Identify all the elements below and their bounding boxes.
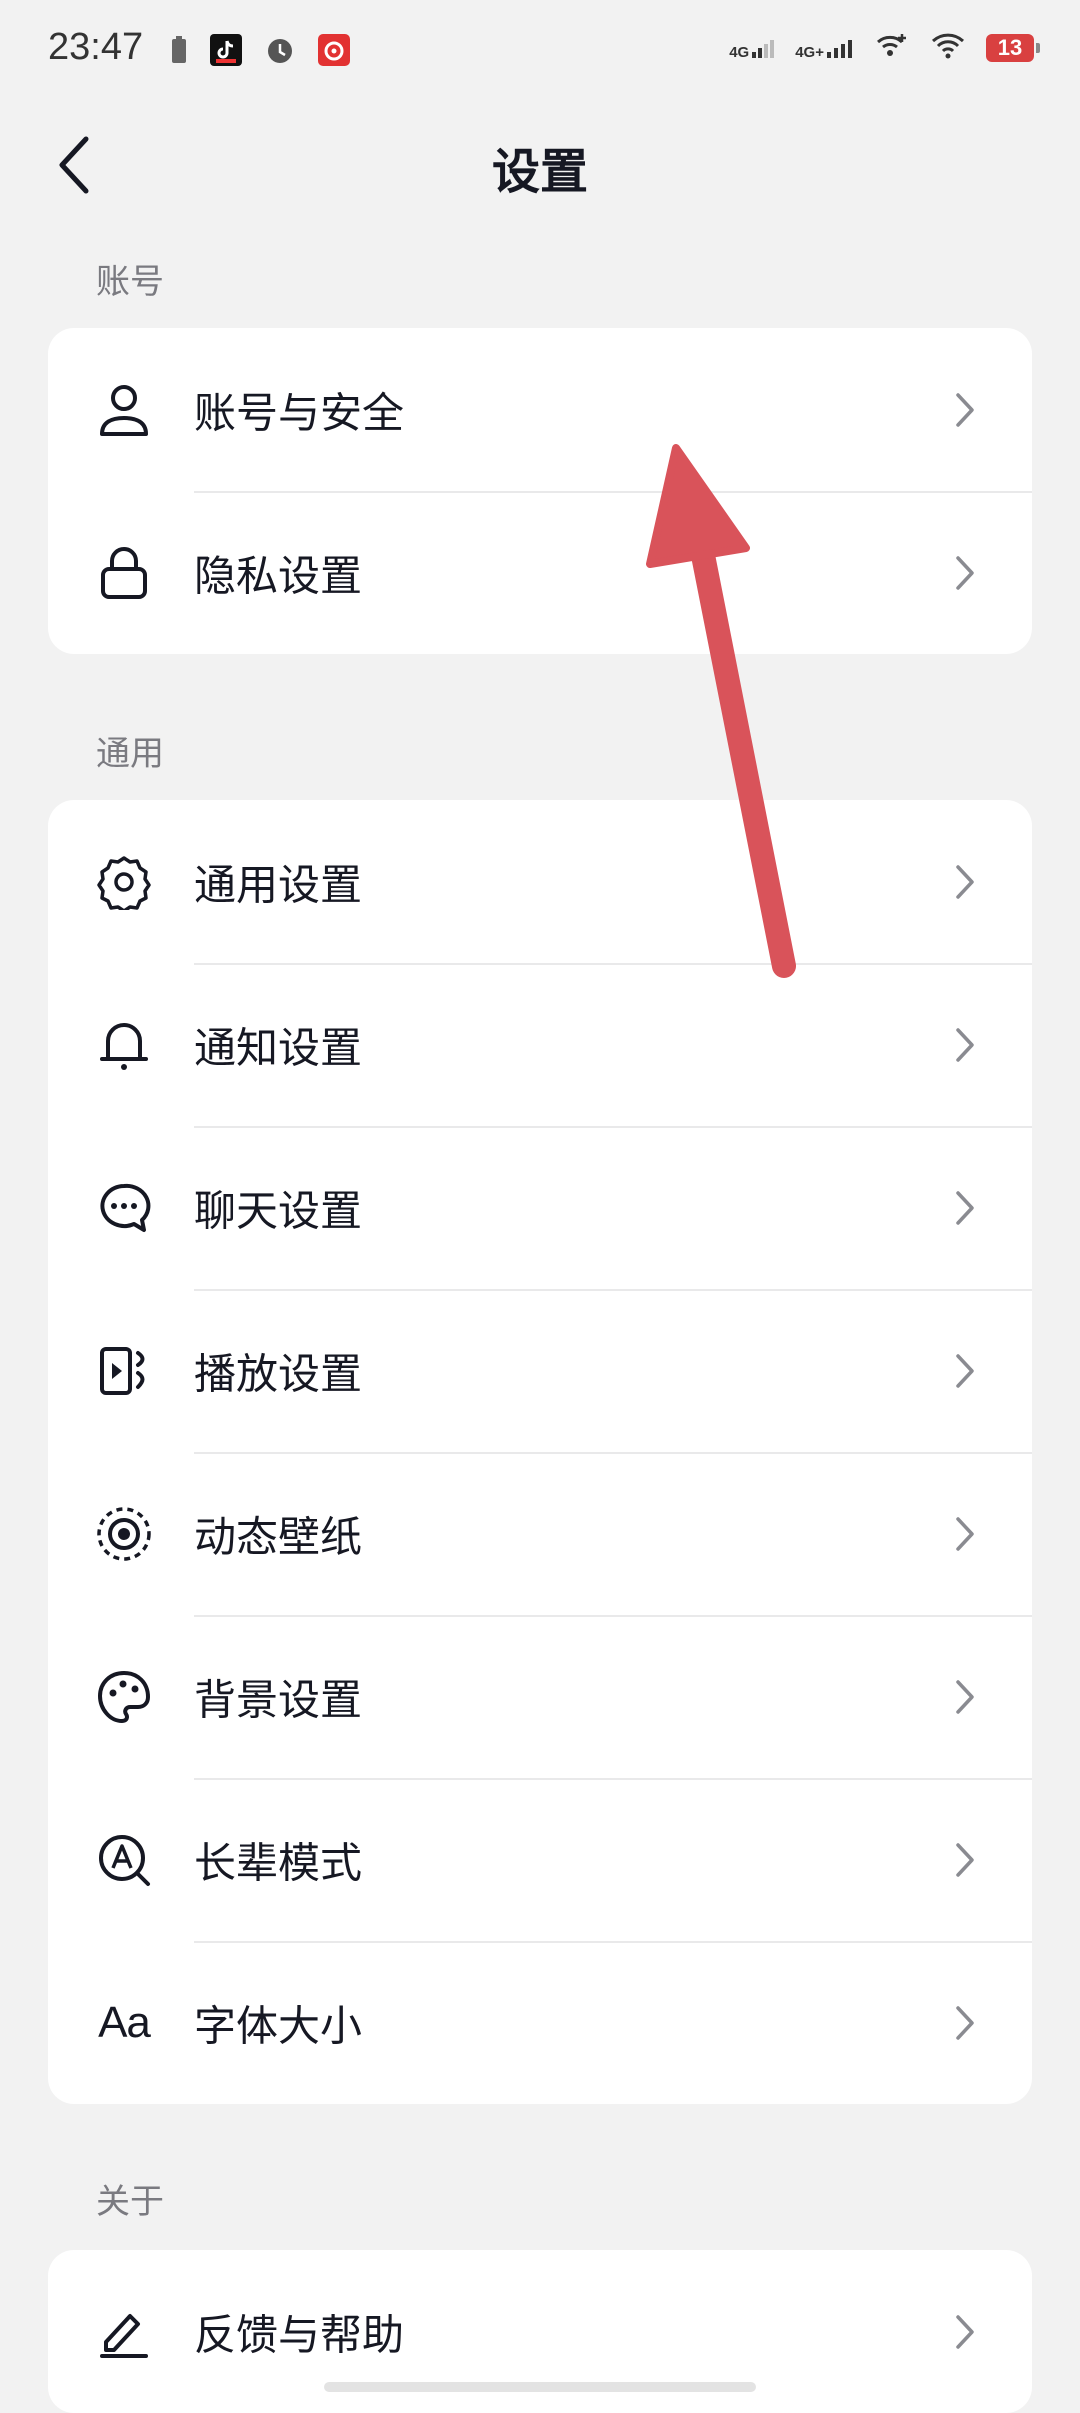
card-account: 账号与安全 隐私设置 [48, 328, 1032, 654]
row-label: 字体大小 [194, 2001, 363, 2050]
row-playback-settings[interactable]: 播放设置 [48, 1289, 1032, 1452]
gear-icon [94, 852, 154, 912]
chevron-right-icon [950, 1188, 980, 1228]
elder-mode-icon [94, 1830, 154, 1890]
signal-2-label: 4G+ [795, 44, 824, 61]
user-icon [94, 380, 154, 440]
signal-4g-icon: 4G [729, 36, 775, 60]
play-screen-icon [94, 1341, 154, 1401]
chat-bubble-icon [94, 1178, 154, 1238]
row-label: 通用设置 [194, 860, 363, 909]
row-label: 隐私设置 [194, 551, 363, 600]
row-account-security[interactable]: 账号与安全 [48, 328, 1032, 491]
status-left-icons [170, 34, 350, 70]
row-privacy-settings[interactable]: 隐私设置 [48, 491, 1032, 654]
page-title: 设置 [491, 144, 588, 200]
row-chat-settings[interactable]: 聊天设置 [48, 1126, 1032, 1289]
row-live-wallpaper[interactable]: 动态壁纸 [48, 1452, 1032, 1615]
live-wallpaper-icon [94, 1504, 154, 1564]
chevron-right-icon [950, 1677, 980, 1717]
chevron-right-icon [950, 1840, 980, 1880]
row-elder-mode[interactable]: 长辈模式 [48, 1778, 1032, 1941]
row-label: 动态壁纸 [194, 1512, 363, 1561]
section-label-account: 账号 [96, 262, 164, 302]
chevron-right-icon [950, 2003, 980, 2043]
signal-1-label: 4G [729, 44, 750, 61]
wifi-icon [930, 30, 966, 66]
palette-icon [94, 1667, 154, 1727]
card-general: 通用设置 通知设置 聊天设置 播放设置 动态壁纸 背景设置 长辈模式 Aa 字体… [48, 800, 1032, 2104]
row-notification-settings[interactable]: 通知设置 [48, 963, 1032, 1126]
chevron-right-icon [950, 390, 980, 430]
section-label-general: 通用 [96, 734, 164, 774]
row-background-settings[interactable]: 背景设置 [48, 1615, 1032, 1778]
chevron-right-icon [950, 2312, 980, 2352]
row-label: 账号与安全 [194, 388, 405, 437]
section-label-about: 关于 [96, 2182, 164, 2222]
netease-music-icon [318, 34, 350, 70]
row-label: 通知设置 [194, 1023, 363, 1072]
lock-icon [94, 543, 154, 603]
signal-4g-plus-icon: 4G+ [795, 36, 854, 60]
pen-icon [94, 2302, 154, 2362]
chevron-right-icon [950, 553, 980, 593]
nav-bar: 设置 [0, 104, 1080, 224]
chevron-right-icon [950, 1514, 980, 1554]
status-right-icons: 4G 4G+ 13 [729, 30, 1040, 66]
row-label: 长辈模式 [194, 1838, 363, 1887]
battery-icon: 13 [986, 34, 1040, 62]
wifi-plus-icon [874, 30, 910, 66]
alarm-icon [264, 34, 296, 70]
home-indicator [324, 2382, 756, 2392]
status-bar: 23:47 4G 4G+ 13 [0, 0, 1080, 104]
chevron-right-icon [950, 1025, 980, 1065]
font-size-icon-text: Aa [98, 1997, 151, 2047]
font-size-icon: Aa [94, 1993, 154, 2053]
tiktok-icon [210, 34, 242, 70]
bell-icon [94, 1015, 154, 1075]
row-label: 播放设置 [194, 1349, 363, 1398]
chevron-right-icon [950, 1351, 980, 1391]
chevron-right-icon [950, 862, 980, 902]
status-time: 23:47 [48, 26, 144, 68]
row-label: 反馈与帮助 [194, 2310, 405, 2359]
row-general-settings[interactable]: 通用设置 [48, 800, 1032, 963]
row-label: 背景设置 [194, 1675, 363, 1724]
row-label: 聊天设置 [194, 1186, 363, 1235]
battery-small-icon [170, 35, 188, 69]
row-font-size[interactable]: Aa 字体大小 [48, 1941, 1032, 2104]
